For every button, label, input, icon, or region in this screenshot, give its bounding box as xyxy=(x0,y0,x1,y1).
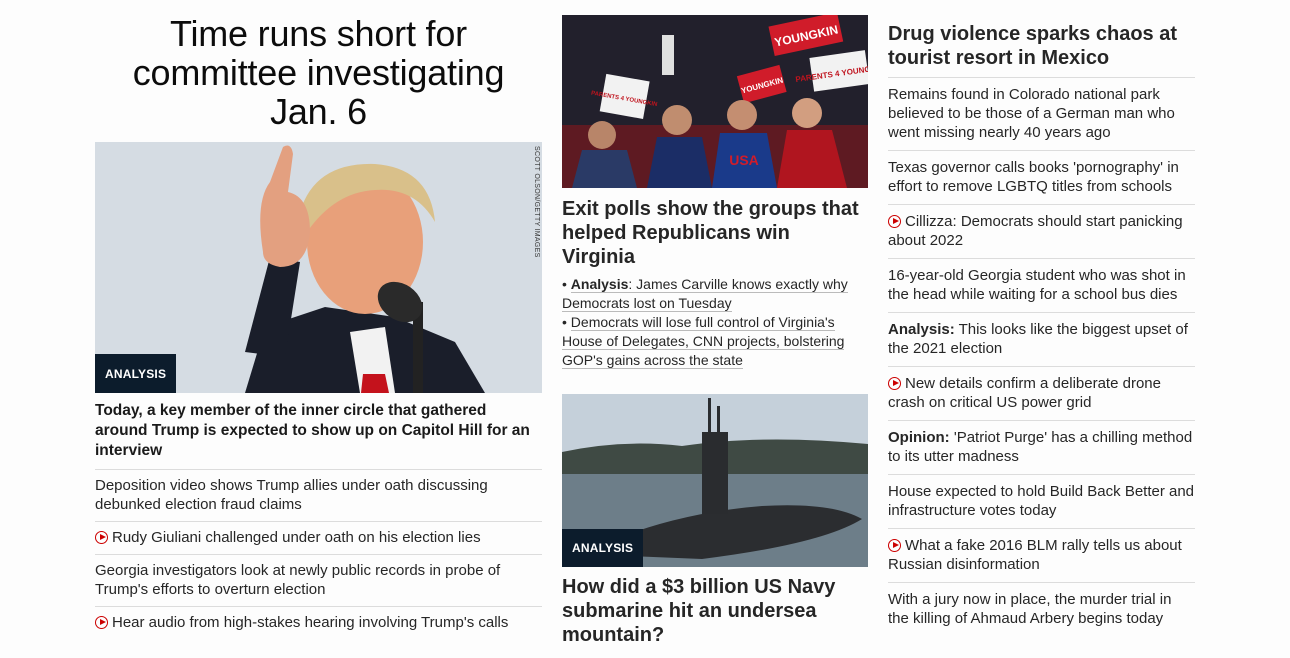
link-text[interactable]: Cillizza: Democrats should start panicki… xyxy=(888,213,1183,249)
submarine-image[interactable]: ANALYSIS xyxy=(562,394,868,567)
related-links: Deposition video shows Trump allies unde… xyxy=(95,470,542,639)
analysis-label[interactable]: Analysis xyxy=(571,276,629,292)
list-item[interactable]: Rudy Giuliani challenged under oath on h… xyxy=(95,522,542,555)
list-item[interactable]: House expected to hold Build Back Better… xyxy=(888,475,1195,529)
story-headline[interactable]: How did a $3 billion US Navy submarine h… xyxy=(562,575,868,647)
list-item[interactable]: What a fake 2016 BLM rally tells us abou… xyxy=(888,529,1195,583)
list-item[interactable]: With a jury now in place, the murder tri… xyxy=(888,583,1195,636)
list-item[interactable]: Georgia investigators look at newly publ… xyxy=(95,555,542,607)
list-item[interactable]: • Analysis: James Carville knows exactly… xyxy=(562,275,868,313)
list-item[interactable]: 16-year-old Georgia student who was shot… xyxy=(888,259,1195,313)
top-headline[interactable]: Drug violence sparks chaos at tourist re… xyxy=(888,22,1195,78)
link-text[interactable]: New details confirm a deliberate drone c… xyxy=(888,375,1161,411)
link-text[interactable]: What a fake 2016 BLM rally tells us abou… xyxy=(888,537,1182,573)
link-text[interactable]: Deposition video shows Trump allies unde… xyxy=(95,477,488,513)
analysis-label[interactable]: Analysis: xyxy=(888,321,955,338)
top-stories-column: Drug violence sparks chaos at tourist re… xyxy=(888,0,1195,636)
rally-image[interactable]: YOUNGKIN PARENTS 4 YOUNGKIN PARENTS 4 YO… xyxy=(562,15,868,188)
rally-photo: YOUNGKIN PARENTS 4 YOUNGKIN PARENTS 4 YO… xyxy=(562,15,868,188)
list-item[interactable]: • Democrats will lose full control of Vi… xyxy=(562,313,868,370)
news-page: Time runs short for committee investigat… xyxy=(0,0,1290,658)
opinion-label[interactable]: Opinion: xyxy=(888,429,950,446)
middle-column: YOUNGKIN PARENTS 4 YOUNGKIN PARENTS 4 YO… xyxy=(562,0,868,647)
link-text[interactable]: Remains found in Colorado national park … xyxy=(888,86,1175,141)
list-item[interactable]: Opinion: 'Patriot Purge' has a chilling … xyxy=(888,421,1195,475)
list-item[interactable]: Texas governor calls books 'pornography'… xyxy=(888,151,1195,205)
link-text[interactable]: Georgia investigators look at newly publ… xyxy=(95,562,500,598)
top-stories-list: Remains found in Colorado national park … xyxy=(888,78,1195,636)
play-video-icon xyxy=(888,539,901,552)
link-text[interactable]: Hear audio from high-stakes hearing invo… xyxy=(112,614,508,631)
analysis-badge: ANALYSIS xyxy=(95,354,177,393)
play-video-icon xyxy=(888,215,901,228)
link-text[interactable]: Texas governor calls books 'pornography'… xyxy=(888,159,1179,195)
rally-sign: USA xyxy=(729,152,759,168)
list-item[interactable]: Deposition video shows Trump allies unde… xyxy=(95,470,542,522)
link-text[interactable]: With a jury now in place, the murder tri… xyxy=(888,591,1171,627)
lead-column: Time runs short for committee investigat… xyxy=(95,0,542,639)
link-text[interactable]: House expected to hold Build Back Better… xyxy=(888,483,1194,519)
link-text[interactable]: Democrats will lose full control of Virg… xyxy=(562,314,845,369)
play-video-icon xyxy=(888,377,901,390)
image-credit: SCOTT OLSON/GETTY IMAGES xyxy=(533,146,540,258)
list-item[interactable]: Remains found in Colorado national park … xyxy=(888,78,1195,151)
list-item[interactable]: New details confirm a deliberate drone c… xyxy=(888,367,1195,421)
list-item[interactable]: Cillizza: Democrats should start panicki… xyxy=(888,205,1195,259)
list-item[interactable]: Analysis: This looks like the biggest up… xyxy=(888,313,1195,367)
story-sublinks: • Analysis: James Carville knows exactly… xyxy=(562,275,868,370)
analysis-badge: ANALYSIS xyxy=(562,529,644,567)
link-text[interactable]: 16-year-old Georgia student who was shot… xyxy=(888,267,1186,303)
story-headline[interactable]: Exit polls show the groups that helped R… xyxy=(562,197,868,269)
lead-image[interactable]: SCOTT OLSON/GETTY IMAGES ANALYSIS xyxy=(95,142,542,393)
play-video-icon xyxy=(95,531,108,544)
lead-summary[interactable]: Today, a key member of the inner circle … xyxy=(95,401,542,470)
play-video-icon xyxy=(95,616,108,629)
list-item[interactable]: Hear audio from high-stakes hearing invo… xyxy=(95,607,542,639)
lead-headline[interactable]: Time runs short for committee investigat… xyxy=(95,14,542,131)
link-text[interactable]: Rudy Giuliani challenged under oath on h… xyxy=(112,529,481,546)
